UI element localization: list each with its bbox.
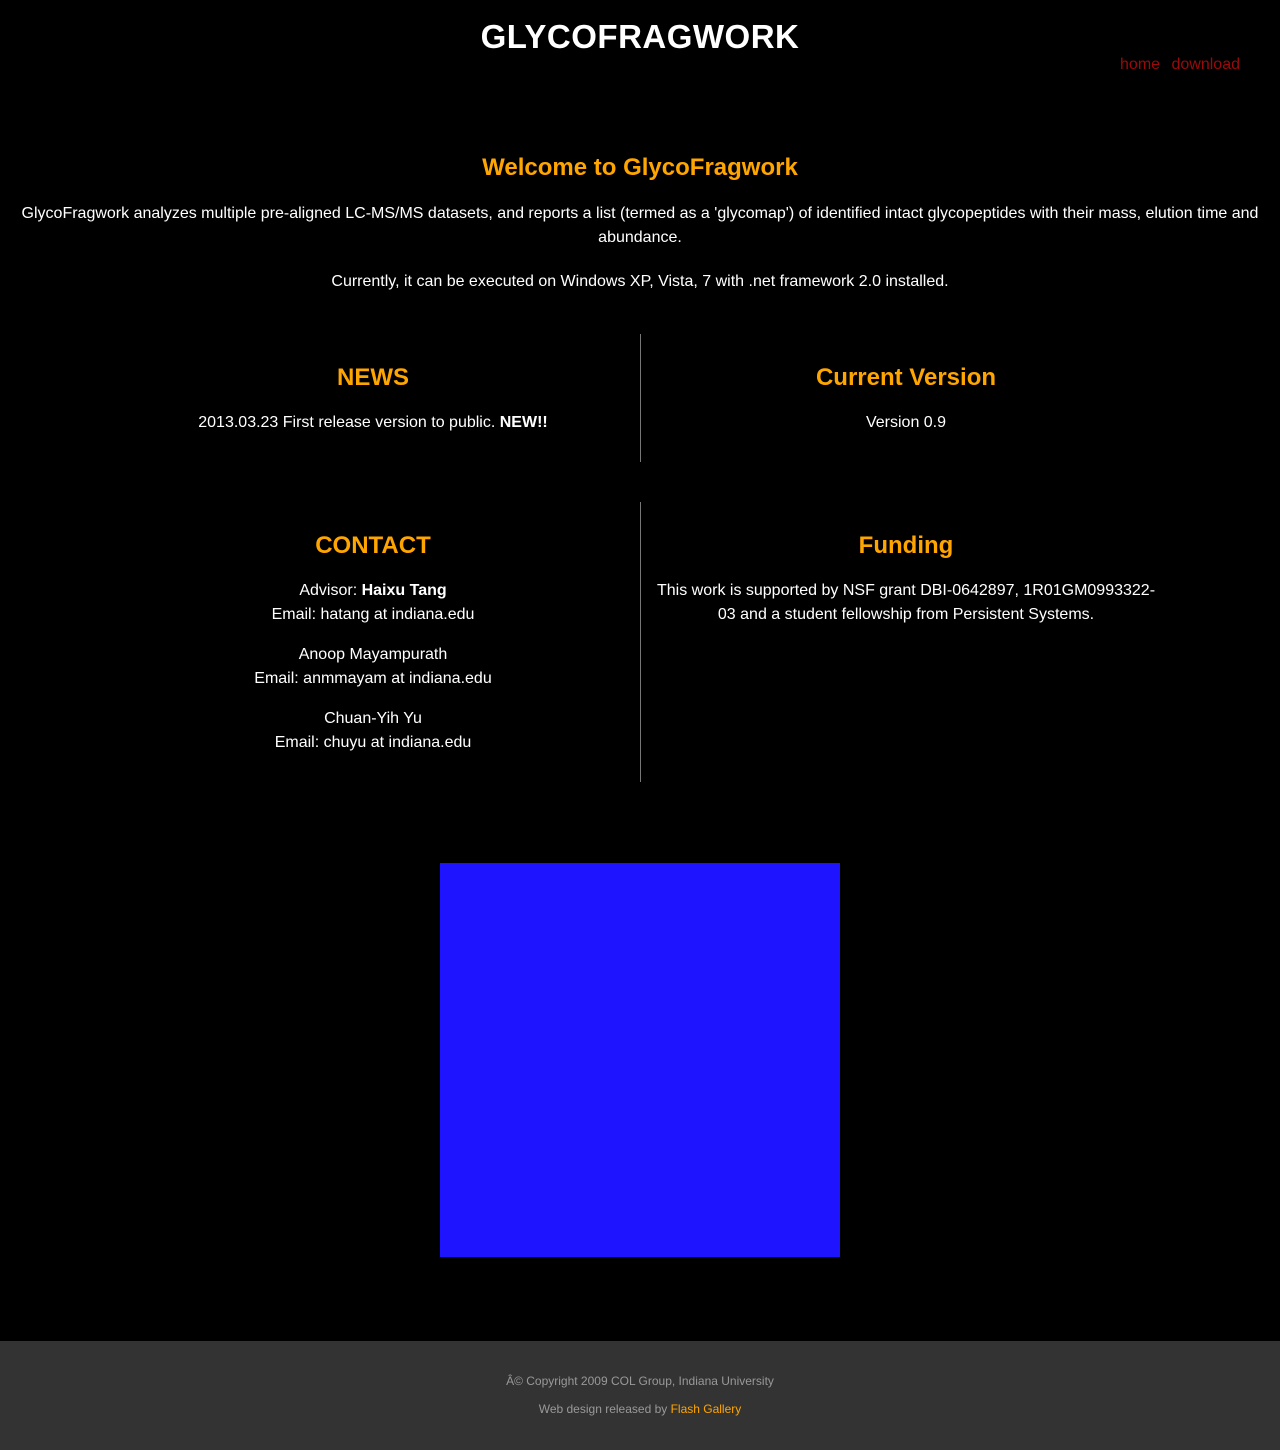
contact-person: Anoop Mayampurath Email: anmmayam at ind… — [106, 643, 640, 691]
funding-section: Funding This work is supported by NSF gr… — [641, 531, 1171, 627]
funding-text: This work is supported by NSF grant DBI-… — [656, 582, 1156, 623]
news-item: 2013.03.23 First release version to publ… — [106, 411, 640, 435]
contact-section: CONTACT Advisor: Haixu Tang Email: hatan… — [106, 531, 640, 771]
nav-download-link[interactable]: download — [1172, 56, 1241, 73]
site-title: GLYCOFRAGWORK — [480, 18, 800, 55]
version-text: Version 0.9 — [865, 414, 947, 431]
nav-home-link[interactable]: home — [1120, 56, 1160, 73]
contact-email: Email: chuyu at indiana.edu — [274, 734, 472, 751]
news-section: NEWS 2013.03.23 First release version to… — [106, 363, 640, 435]
new-badge: NEW!! — [499, 414, 548, 431]
current-version-section: Current Version Version 0.9 — [641, 363, 1171, 435]
footer: Â© Copyright 2009 COL Group, Indiana Uni… — [0, 1341, 1280, 1450]
platform-paragraph: Currently, it can be executed on Windows… — [331, 273, 949, 290]
advisor-email: Email: hatang at indiana.edu — [271, 606, 475, 623]
credit-line: Web design released by Flash Gallery — [0, 1402, 1280, 1416]
flash-gallery-link[interactable]: Flash Gallery — [671, 1402, 742, 1416]
advisor-name: Haixu Tang — [361, 582, 447, 599]
copyright-text: Â© Copyright 2009 COL Group, Indiana Uni… — [506, 1374, 774, 1388]
news-item-text: 2013.03.23 First release version to publ… — [198, 414, 500, 431]
contact-list: Advisor: Haixu Tang Email: hatang at ind… — [106, 579, 640, 755]
contact-heading: CONTACT — [315, 532, 431, 559]
intro-paragraph: GlycoFragwork analyzes multiple pre-alig… — [21, 205, 1259, 246]
top-nav: home download — [1113, 56, 1240, 74]
contact-name: Anoop Mayampurath — [298, 646, 448, 663]
contact-email: Email: anmmayam at indiana.edu — [254, 670, 492, 687]
contact-name: Chuan-Yih Yu — [324, 710, 422, 727]
news-heading: NEWS — [337, 364, 409, 391]
contact-person: Chuan-Yih Yu Email: chuyu at indiana.edu — [106, 707, 640, 755]
funding-heading: Funding — [858, 532, 954, 559]
media-placeholder — [440, 863, 840, 1257]
current-version-heading: Current Version — [815, 364, 997, 391]
contact-advisor: Advisor: Haixu Tang Email: hatang at ind… — [106, 579, 640, 627]
advisor-line: Advisor: Haixu Tang — [106, 579, 640, 603]
welcome-heading: Welcome to GlycoFragwork — [482, 154, 798, 181]
credit-text: Web design released by — [538, 1402, 671, 1416]
advisor-label: Advisor: — [299, 582, 362, 599]
